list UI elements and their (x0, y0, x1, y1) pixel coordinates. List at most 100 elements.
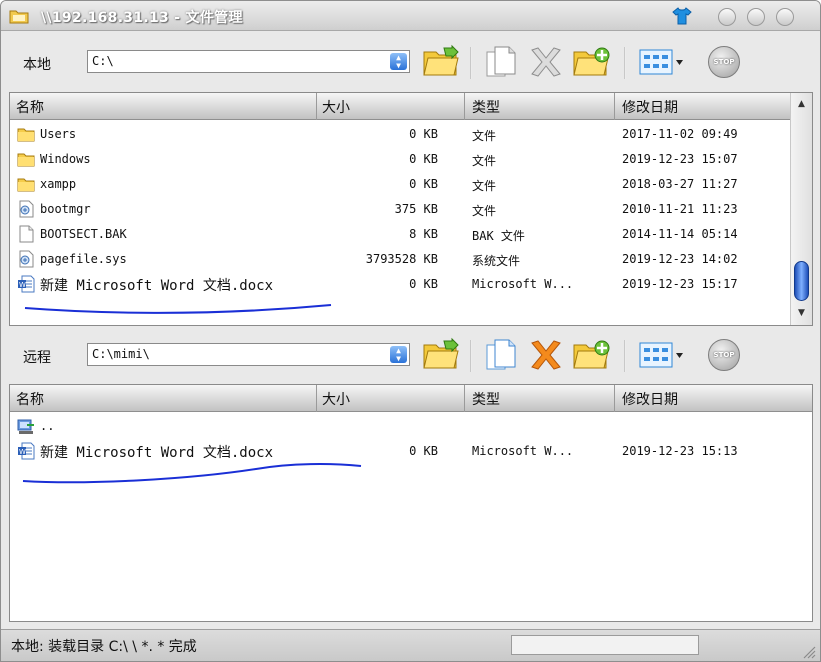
svg-text:W: W (19, 448, 26, 456)
word-doc-icon: W (17, 442, 35, 460)
column-divider[interactable] (316, 385, 317, 412)
column-divider[interactable] (614, 385, 615, 412)
maximize-button[interactable] (747, 8, 765, 26)
file-date: 2019-12-23 15:17 (622, 277, 738, 291)
table-row[interactable]: .. (10, 414, 790, 439)
copy-icon[interactable] (483, 337, 519, 373)
file-name: 新建 Microsoft Word 文档.docx (40, 445, 274, 461)
file-date: 2019-12-23 15:13 (622, 444, 738, 458)
file-size: 0 KB (409, 177, 438, 191)
file-size: 375 KB (394, 202, 438, 216)
scroll-down-icon[interactable]: ▼ (793, 305, 810, 322)
view-mode-icon[interactable] (639, 48, 685, 76)
file-name: Users (40, 127, 77, 141)
progress-box (511, 635, 699, 655)
toolbar-separator (624, 47, 626, 79)
copy-icon[interactable] (483, 44, 519, 80)
local-path-value: C:\ (92, 54, 114, 68)
status-bar: 本地: 装载目录 C:\ \ *. * 完成 (1, 629, 820, 661)
file-size: 0 KB (409, 127, 438, 141)
scroll-up-icon[interactable]: ▲ (793, 96, 810, 113)
column-date[interactable]: 修改日期 (622, 97, 678, 117)
file-date: 2019-12-23 14:02 (622, 252, 738, 266)
column-type[interactable]: 类型 (472, 389, 500, 409)
skin-icon[interactable] (672, 6, 692, 26)
local-column-header: 名称 大小 类型 修改日期 (10, 93, 812, 120)
system-file-icon (17, 200, 35, 218)
table-row[interactable]: W 新建 Microsoft Word 文档.docx 0 KB Microsoft … (10, 272, 790, 297)
new-folder-icon[interactable] (572, 44, 612, 78)
view-mode-icon[interactable] (639, 341, 685, 369)
file-type: 文件 (472, 154, 497, 168)
remote-file-list[interactable]: 名称 大小 类型 修改日期 .. W 新建 Microsoft Word 文档.do… (9, 384, 813, 622)
file-date: 2019-12-23 15:07 (622, 152, 738, 166)
remote-path-select[interactable]: C:\mimi\ ▲ ▼ (87, 343, 410, 366)
toolbar-separator (470, 47, 472, 79)
local-file-list[interactable]: 名称 大小 类型 修改日期 Users 0 KB 文件 2017-11-02 09:4… (9, 92, 813, 326)
local-toolbar: 本地 C:\ ▲ ▼ STOP (1, 39, 820, 89)
file-type: 文件 (472, 179, 497, 193)
toolbar-separator (470, 340, 472, 372)
local-label: 本地 (23, 57, 51, 73)
table-row[interactable]: Windows 0 KB 文件 2019-12-23 15:07 (10, 147, 790, 172)
remote-toolbar: 远程 C:\mimi\ ▲ ▼ STOP (1, 332, 820, 382)
chevron-updown-icon[interactable]: ▲ ▼ (390, 346, 407, 363)
file-size: 0 KB (409, 277, 438, 291)
app-folder-icon (9, 10, 29, 24)
file-type: 系统文件 (472, 254, 521, 268)
column-size[interactable]: 大小 (322, 389, 350, 409)
minimize-button[interactable] (718, 8, 736, 26)
resize-grip-icon[interactable] (802, 645, 816, 659)
delete-icon[interactable] (528, 339, 564, 371)
file-date: 2018-03-27 11:27 (622, 177, 738, 191)
file-size: 8 KB (409, 227, 438, 241)
table-row[interactable]: BOOTSECT.BAK 8 KB BAK 文件 2014-11-14 05:14 (10, 222, 790, 247)
local-path-select[interactable]: C:\ ▲ ▼ (87, 50, 410, 73)
parent-dir-icon (17, 417, 35, 435)
table-row[interactable]: bootmgr 375 KB 文件 2010-11-21 11:23 (10, 197, 790, 222)
column-divider[interactable] (464, 93, 465, 120)
table-row[interactable]: pagefile.sys 3793528 KB 系统文件 2019-12-23 14:… (10, 247, 790, 272)
title-bar[interactable]: \\192.168.31.13 - 文件管理 (1, 1, 820, 31)
table-row[interactable]: xampp 0 KB 文件 2018-03-27 11:27 (10, 172, 790, 197)
column-type[interactable]: 类型 (472, 97, 500, 117)
file-type: 文件 (472, 204, 497, 218)
column-divider[interactable] (464, 385, 465, 412)
file-name: .. (40, 419, 55, 433)
file-type: 文件 (472, 129, 497, 143)
new-folder-icon[interactable] (572, 337, 612, 371)
table-row[interactable]: W 新建 Microsoft Word 文档.docx 0 KB Microsoft … (10, 439, 790, 464)
scroll-thumb[interactable] (794, 261, 809, 301)
file-type: BAK 文件 (472, 229, 525, 243)
file-name: 新建 Microsoft Word 文档.docx (40, 278, 274, 294)
folder-up-icon[interactable] (422, 44, 462, 78)
table-row[interactable]: Users 0 KB 文件 2017-11-02 09:49 (10, 122, 790, 147)
remote-column-header: 名称 大小 类型 修改日期 (10, 385, 812, 412)
stop-icon[interactable]: STOP (708, 46, 740, 78)
column-divider[interactable] (614, 93, 615, 120)
delete-icon[interactable] (528, 46, 564, 78)
stop-icon[interactable]: STOP (708, 339, 740, 371)
file-date: 2010-11-21 11:23 (622, 202, 738, 216)
local-scrollbar[interactable]: ▲ ▼ (790, 93, 812, 325)
remote-label: 远程 (23, 350, 51, 366)
svg-text:W: W (19, 281, 26, 289)
chevron-updown-icon[interactable]: ▲ ▼ (390, 53, 407, 70)
folder-up-icon[interactable] (422, 337, 462, 371)
file-name: BOOTSECT.BAK (40, 227, 127, 241)
column-size[interactable]: 大小 (322, 97, 350, 117)
toolbar-separator (624, 340, 626, 372)
column-divider[interactable] (316, 93, 317, 120)
status-text: 本地: 装载目录 C:\ \ *. * 完成 (11, 639, 197, 655)
file-date: 2014-11-14 05:14 (622, 227, 738, 241)
file-manager-window: \\192.168.31.13 - 文件管理 本地 C:\ ▲ ▼ STOP 名… (0, 0, 821, 662)
close-button[interactable] (776, 8, 794, 26)
window-title: \\192.168.31.13 - 文件管理 (41, 10, 243, 26)
file-name: xampp (40, 177, 77, 191)
file-name: pagefile.sys (40, 252, 127, 266)
column-date[interactable]: 修改日期 (622, 389, 678, 409)
column-name[interactable]: 名称 (16, 97, 44, 117)
file-date: 2017-11-02 09:49 (622, 127, 738, 141)
column-name[interactable]: 名称 (16, 389, 44, 409)
remote-path-value: C:\mimi\ (92, 347, 150, 361)
